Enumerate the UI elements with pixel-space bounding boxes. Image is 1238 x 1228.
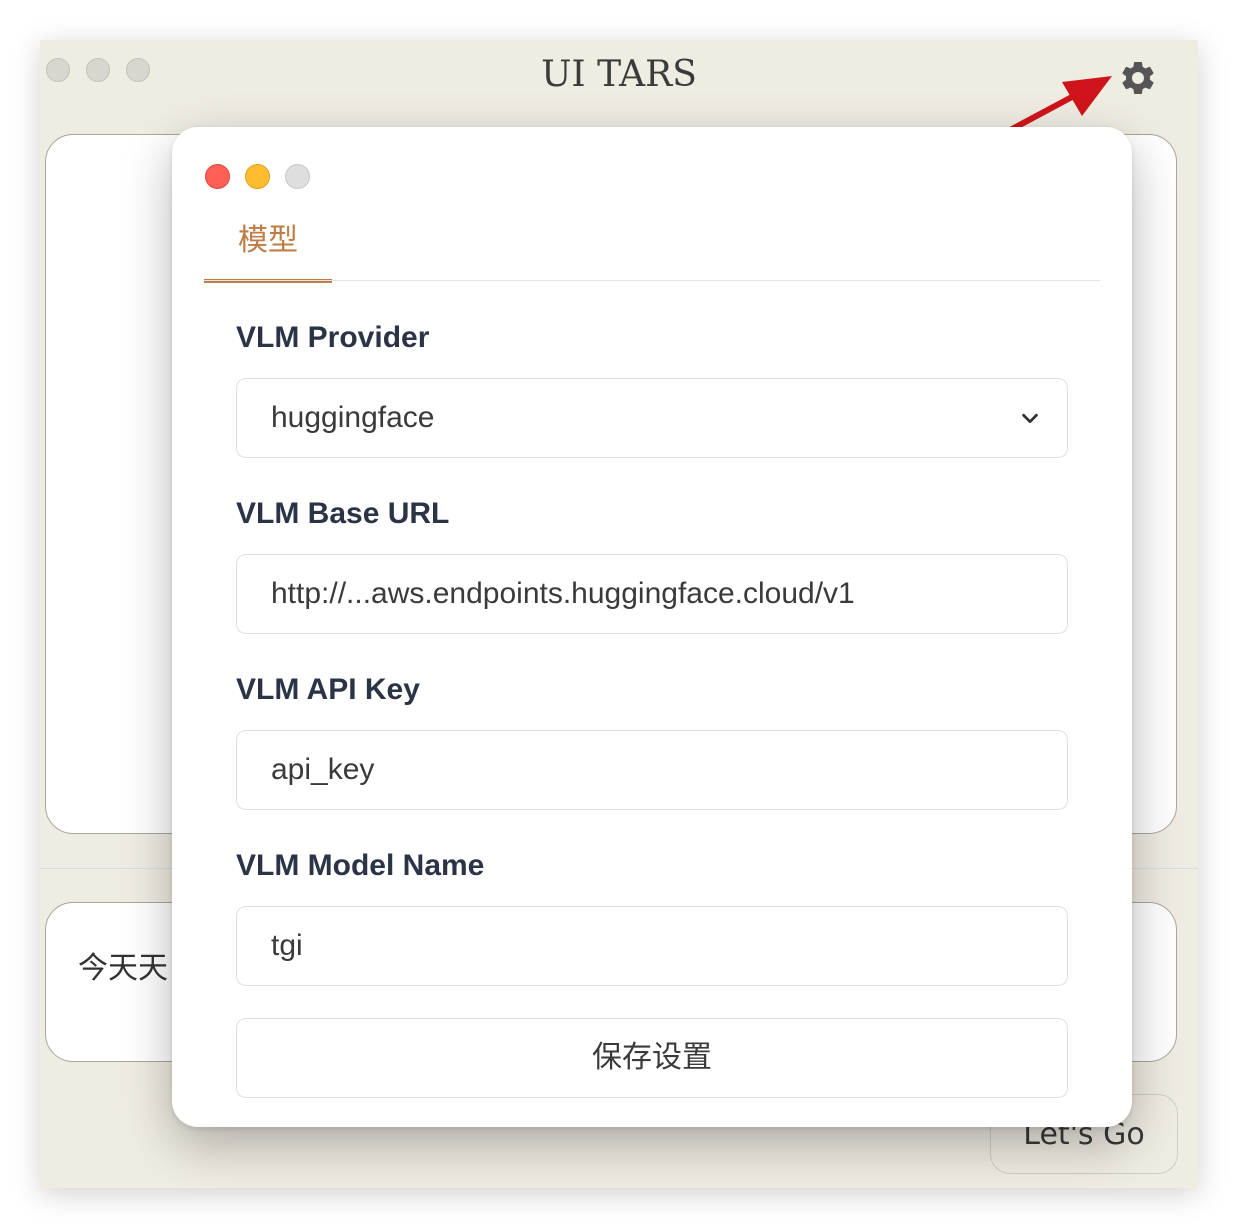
base-url-input[interactable]: http://...aws.endpoints.huggingface.clou… (236, 554, 1068, 634)
provider-label: VLM Provider (236, 321, 430, 354)
api-key-input[interactable]: api_key (236, 730, 1068, 810)
dialog-minimize-button[interactable] (245, 164, 270, 189)
model-name-input[interactable]: tgi (236, 906, 1068, 986)
save-settings-button[interactable]: 保存设置 (236, 1018, 1068, 1098)
chevron-down-icon (1022, 413, 1038, 424)
model-name-label: VLM Model Name (236, 849, 485, 882)
tab-model[interactable]: 模型 (204, 223, 332, 283)
provider-select[interactable]: huggingface (236, 378, 1068, 458)
dialog-close-button[interactable] (205, 164, 230, 189)
dialog-zoom-button[interactable] (285, 164, 310, 189)
api-key-label: VLM API Key (236, 673, 420, 706)
prompt-input-text: 今天天 (78, 951, 168, 986)
gear-icon[interactable] (1118, 58, 1158, 98)
settings-dialog: 模型 VLM Provider huggingface VLM Base URL… (172, 127, 1132, 1127)
tab-divider (204, 280, 1100, 281)
provider-select-value: huggingface (271, 401, 435, 434)
base-url-label: VLM Base URL (236, 497, 450, 530)
